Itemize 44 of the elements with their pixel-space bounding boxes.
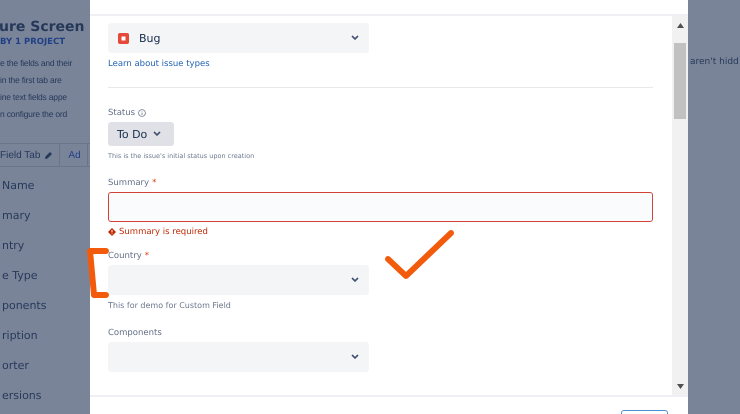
bracket-drawing [84,247,110,299]
summary-field[interactable] [108,192,653,222]
field-name: ersions [2,388,43,404]
bug-icon [118,32,129,44]
page-title: ure Screen [0,19,86,35]
field-label: Summary * [108,178,158,188]
select-field[interactable] [108,265,369,295]
checkmark-drawing [384,229,456,281]
chevron-down-icon [351,354,359,360]
field-name: Name [2,178,36,194]
field-label: Status [108,108,654,118]
chevron-down-icon [351,277,359,283]
chevron-down-icon [351,35,359,41]
info-icon [138,109,146,117]
field-name: ponents [2,298,48,314]
page-subtitle: BY 1 PROJECT [0,37,66,47]
description-text: aren't hidd [690,57,740,67]
required-mark: * [144,251,150,261]
status-dropdown[interactable]: To Do [108,122,174,146]
scrollbar[interactable] [672,16,688,395]
field-name: mary [2,208,32,224]
field-label: Country * [108,251,150,261]
scroll-up-icon [676,23,684,28]
footer-button[interactable] [621,410,668,414]
issue-type-select[interactable]: Bug [108,23,369,53]
field-name: ntry [2,238,26,254]
description-text: in the first tab are [0,74,63,86]
required-mark: * [152,178,156,188]
scroll-down-icon [676,384,684,389]
pencil-icon [44,150,54,160]
learn-link[interactable]: Learn about issue types [108,59,654,69]
scrollbar-thumb[interactable] [674,43,686,119]
error-text: Summary is required [119,227,208,237]
field-name: e Type [2,268,39,284]
field-label: Components [108,328,163,338]
description-text: ine text fields appe [0,91,68,103]
description-text: e the fields and their [0,57,74,69]
description-text: n configure the ord [0,108,68,120]
select-field[interactable] [108,342,369,372]
chevron-down-icon [153,131,162,137]
error-icon [108,228,116,236]
field-name: orter [2,358,30,374]
help-text: This for demo for Custom Field [108,301,232,310]
field-name: ription [2,328,39,344]
